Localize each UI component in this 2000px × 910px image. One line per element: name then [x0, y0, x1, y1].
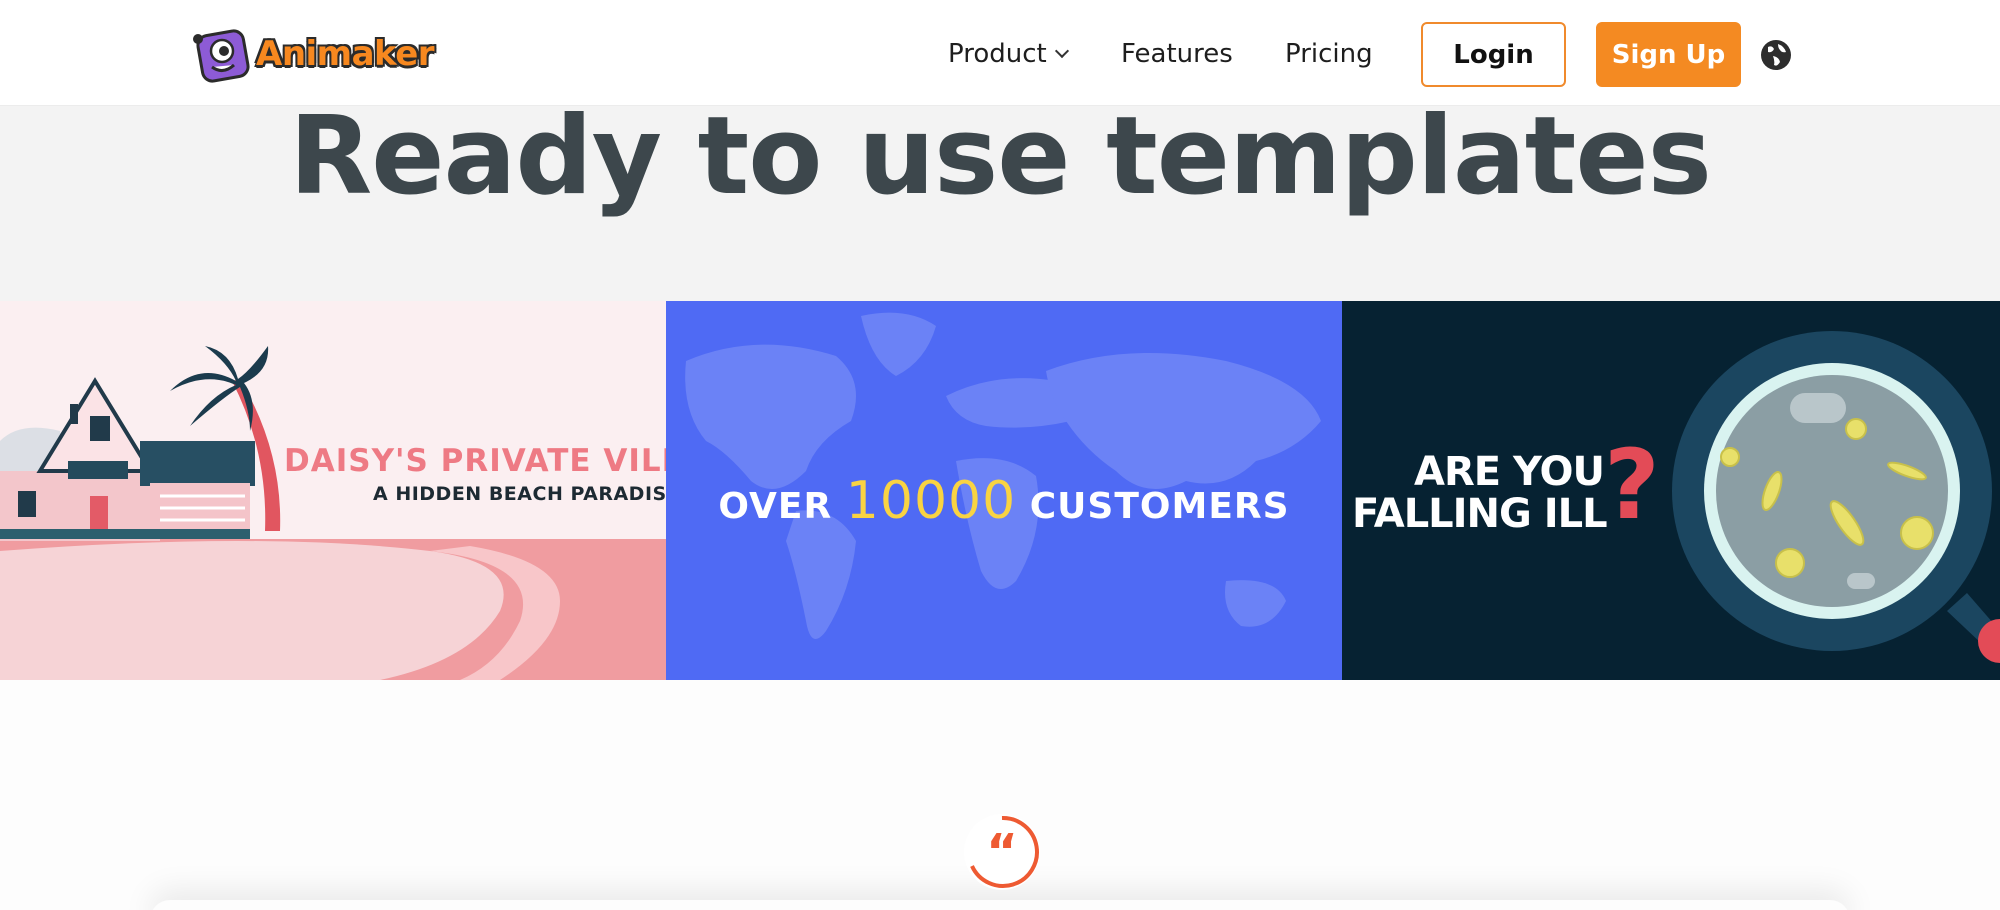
template-card-villa[interactable]: DAISY'S PRIVATE VILLA A HIDDEN BEACH PAR…: [0, 301, 666, 680]
question-mark: ?: [1604, 429, 1660, 541]
section-headline: Ready to use templates: [289, 94, 1712, 219]
site-header: Animaker Product Features Pricing Login …: [0, 0, 2000, 106]
template-card-illness[interactable]: ARE YOU FALLING ILL ?: [1342, 301, 2000, 680]
nav-features[interactable]: Features: [1121, 22, 1233, 86]
login-button[interactable]: Login: [1421, 22, 1566, 87]
nav-pricing-label: Pricing: [1285, 39, 1373, 69]
template-line1: ARE YOU: [1414, 449, 1605, 495]
testimonial-card: [150, 900, 1850, 910]
quote-mark: “: [986, 824, 1018, 880]
nav-pricing[interactable]: Pricing: [1285, 22, 1373, 86]
template-headline: OVER 10000 CUSTOMERS: [666, 471, 1342, 531]
template-card-customers[interactable]: OVER 10000 CUSTOMERS: [666, 301, 1342, 680]
chevron-down-icon: [1054, 43, 1069, 59]
nav-features-label: Features: [1121, 39, 1233, 69]
template-prefix: OVER: [718, 486, 833, 527]
globe-icon[interactable]: [1759, 38, 1793, 72]
animaker-mascot-icon: [192, 23, 254, 85]
signup-button[interactable]: Sign Up: [1596, 22, 1741, 87]
template-title: DAISY'S PRIVATE VILLA: [284, 443, 666, 479]
animaker-logo[interactable]: Animaker: [192, 22, 435, 86]
brand-name: Animaker: [256, 34, 435, 74]
nav-product[interactable]: Product: [948, 22, 1069, 86]
nav-product-label: Product: [948, 39, 1047, 69]
template-line2: FALLING ILL: [1352, 491, 1608, 537]
template-subtitle: A HIDDEN BEACH PARADISE: [373, 483, 666, 505]
template-number: 10000: [845, 471, 1017, 531]
quote-icon: “: [964, 814, 1040, 890]
template-suffix: CUSTOMERS: [1029, 486, 1290, 527]
